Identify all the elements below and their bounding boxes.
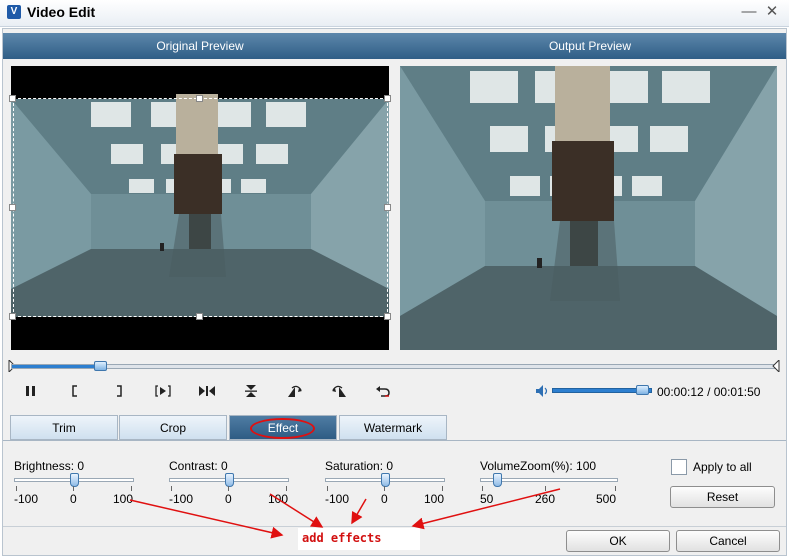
rotate-left-icon: [288, 385, 302, 397]
bracket-right-icon: [117, 385, 122, 397]
volumezoom-label: VolumeZoom(%): 100: [480, 459, 597, 473]
brightness-thumb[interactable]: [70, 473, 79, 487]
total-time: 00:01:50: [713, 385, 761, 399]
undo-button[interactable]: [371, 380, 395, 402]
crop-handle-top[interactable]: [196, 95, 203, 102]
saturation-value: 0: [386, 459, 394, 473]
output-preview-label: Output Preview: [548, 39, 632, 53]
volume-icon[interactable]: [535, 384, 549, 398]
timeline-progress: [12, 365, 100, 368]
apply-to-all-checkbox[interactable]: [671, 459, 687, 475]
rotate-right-icon: [332, 385, 346, 397]
crop-handle-bottom-left[interactable]: [9, 313, 16, 320]
contrast-tick-mid: [228, 486, 229, 491]
pause-icon: [26, 386, 35, 396]
flip-vertical-icon: [245, 385, 257, 397]
brightness-label: Brightness: 0: [14, 459, 85, 473]
saturation-max: 100: [424, 492, 445, 506]
volumezoom-mid: 260: [535, 492, 556, 506]
cancel-button[interactable]: Cancel: [676, 530, 780, 552]
brightness-ticks: [16, 486, 132, 491]
brightness-tick-mid: [73, 486, 74, 491]
set-end-button[interactable]: [107, 380, 131, 402]
brightness-min: -100: [14, 492, 39, 506]
play-segment-icon: [155, 385, 171, 397]
contrast-min: -100: [169, 492, 194, 506]
rotate-right-button[interactable]: [327, 380, 351, 402]
effect-tab-highlight-circle: [250, 418, 315, 439]
tab-trim[interactable]: Trim: [10, 415, 118, 440]
app-icon: V: [7, 5, 21, 19]
step-icon: [199, 386, 215, 396]
saturation-min: -100: [325, 492, 350, 506]
crop-selection[interactable]: [13, 98, 388, 317]
contrast-mid: 0: [225, 492, 232, 506]
apply-to-all-label: Apply to all: [693, 460, 752, 474]
volume-thumb[interactable]: [636, 385, 649, 395]
time-readout: 00:00:12 / 00:01:50: [657, 385, 760, 399]
saturation-tick-mid: [384, 486, 385, 491]
timeline-end-marker[interactable]: [772, 360, 780, 372]
crop-handle-bottom[interactable]: [196, 313, 203, 320]
output-preview: [400, 66, 777, 350]
original-preview-label: Original Preview: [156, 39, 244, 53]
contrast-label: Contrast: 0: [169, 459, 228, 473]
saturation-label: Saturation: 0: [325, 459, 394, 473]
brightness-mid: 0: [70, 492, 77, 506]
contrast-thumb[interactable]: [225, 473, 234, 487]
ok-button[interactable]: OK: [566, 530, 670, 552]
window-title: Video Edit: [27, 4, 96, 20]
output-video-frame: [400, 66, 777, 350]
rotate-left-button[interactable]: [283, 380, 307, 402]
bracket-left-icon: [72, 385, 77, 397]
undo-icon: [376, 386, 390, 397]
close-icon[interactable]: ✕: [762, 3, 782, 21]
brightness-max: 100: [113, 492, 134, 506]
volumezoom-value: 100: [576, 459, 597, 473]
volumezoom-thumb[interactable]: [492, 473, 502, 487]
current-time: 00:00:12: [657, 385, 704, 399]
volumezoom-tick-mid: [545, 486, 546, 491]
annotation-text: add effects: [302, 531, 382, 545]
brightness-value: 0: [77, 459, 85, 473]
saturation-ticks: [327, 486, 443, 491]
tab-crop[interactable]: Crop: [119, 415, 227, 440]
set-start-button[interactable]: [63, 380, 87, 402]
reset-button[interactable]: Reset: [670, 486, 775, 508]
timeline-thumb[interactable]: [93, 361, 107, 371]
crop-handle-left[interactable]: [9, 204, 16, 211]
contrast-max: 100: [268, 492, 289, 506]
crop-handle-top-left[interactable]: [9, 95, 16, 102]
volumezoom-min: 50: [480, 492, 494, 506]
crop-handle-bottom-right[interactable]: [384, 313, 391, 320]
volumezoom-max: 500: [596, 492, 617, 506]
saturation-mid: 0: [381, 492, 388, 506]
step-button[interactable]: [195, 380, 219, 402]
minimize-icon[interactable]: —: [739, 3, 759, 21]
volumezoom-ticks: [482, 486, 616, 491]
timeline-track[interactable]: [11, 364, 777, 369]
pause-button[interactable]: [19, 380, 43, 402]
contrast-ticks: [171, 486, 287, 491]
tab-watermark[interactable]: Watermark: [339, 415, 447, 440]
contrast-value: 0: [221, 459, 228, 473]
crop-handle-top-right[interactable]: [384, 95, 391, 102]
title-bar: [0, 0, 789, 27]
bottom-separator: [3, 526, 786, 527]
crop-handle-right[interactable]: [384, 204, 391, 211]
time-separator: /: [707, 385, 711, 399]
play-segment-button[interactable]: [151, 380, 175, 402]
saturation-thumb[interactable]: [381, 473, 390, 487]
flip-vertical-button[interactable]: [239, 380, 263, 402]
